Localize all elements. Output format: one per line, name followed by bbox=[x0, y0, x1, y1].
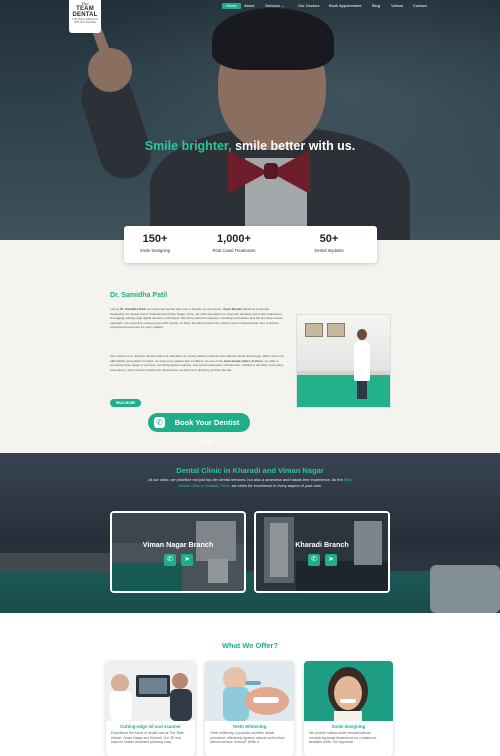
stat-label: Smile Designing bbox=[139, 248, 171, 253]
logo-tagline: THE SMILE DESIGN & IMPLANT CENTRE bbox=[72, 18, 98, 24]
stat-smile-designing: 150+ Smile Designing bbox=[115, 233, 195, 253]
offer-image-teeth-whitening bbox=[205, 661, 294, 721]
site-logo[interactable]: The TEAM DENTAL THE SMILE DESIGN & IMPLA… bbox=[69, 0, 101, 33]
offer-description: We provide holistic smile transformation… bbox=[309, 731, 377, 745]
navigate-icon[interactable]: ➤ bbox=[325, 554, 337, 566]
phone-icon: ✆ bbox=[154, 417, 165, 428]
doctor-name-heading: Dr. Samidha Patil bbox=[110, 292, 168, 299]
hero-banner: The TEAM DENTAL THE SMILE DESIGN & IMPLA… bbox=[0, 0, 500, 240]
book-dentist-call-button[interactable]: ✆ Book Your Dentist Call bbox=[148, 413, 250, 446]
offer-card-smile-designing[interactable]: Smile designing We provide holistic smil… bbox=[304, 661, 393, 756]
about-p1-pre: Led by bbox=[110, 307, 121, 311]
branch-card-overlay bbox=[112, 513, 244, 591]
doctor-clinic-photo bbox=[296, 314, 391, 408]
nav-services[interactable]: Services ⌄ bbox=[265, 3, 285, 9]
branch-card-viman-nagar[interactable]: Viman Nagar Branch ✆ ➤ bbox=[110, 511, 246, 593]
branch-name: Kharadi Branch bbox=[295, 540, 349, 549]
offer-title: Teeth Whitening bbox=[232, 724, 267, 729]
clinic-photo-doctor-head bbox=[357, 329, 367, 340]
hero-overlay bbox=[0, 0, 500, 240]
offer-card-teeth-whitening[interactable]: Teeth Whitening Teeth whitening, a popul… bbox=[205, 661, 294, 756]
offer-description: Experience the future of dental care at … bbox=[111, 731, 185, 745]
nav-our-doctors[interactable]: Our Doctors bbox=[298, 3, 320, 9]
clinic-photo-doctor bbox=[354, 329, 370, 399]
nav-home[interactable]: Home bbox=[222, 3, 241, 9]
clinic-photo-desk bbox=[297, 371, 390, 407]
clinic-photo-doctor-legs bbox=[357, 381, 367, 399]
hero-title: Smile brighter, smile better with us. bbox=[0, 139, 500, 153]
book-dentist-call-label: Book Your Dentist Call bbox=[174, 418, 240, 446]
offer-card-oral-scanner[interactable]: Cutting-edge 3d oral scanner Experience … bbox=[106, 661, 195, 756]
nav-book-appointment[interactable]: Book Appointment bbox=[329, 3, 361, 9]
nav-videos[interactable]: Videos bbox=[391, 3, 403, 9]
nav-blog[interactable]: Blog bbox=[372, 3, 380, 9]
offer-image-oral-scanner bbox=[106, 661, 195, 721]
offer-title: Smile designing bbox=[331, 724, 366, 729]
offers-title: What We Offer? bbox=[221, 641, 279, 650]
stat-number: 150+ bbox=[142, 233, 168, 245]
branch-actions: ✆ ➤ bbox=[308, 554, 338, 566]
offers-section: What We Offer? Cutting-edge 3d oral scan… bbox=[0, 613, 500, 756]
nav-contact[interactable]: Contact bbox=[413, 3, 427, 9]
branches-title: Dental Clinic in Kharadi and Viman Nagar bbox=[176, 466, 324, 475]
stat-root-canal: 1,000+ Root Canal Treatments bbox=[194, 233, 274, 253]
offer-image-smile-designing bbox=[304, 661, 393, 721]
about-p1-brand: Team Dental bbox=[223, 307, 242, 311]
hero-title-rest: smile better with us. bbox=[231, 139, 356, 153]
branch-actions: ✆ ➤ bbox=[164, 554, 194, 566]
navigate-icon[interactable]: ➤ bbox=[181, 554, 193, 566]
branches-section: Dental Clinic in Kharadi and Viman Nagar… bbox=[0, 453, 500, 613]
branches-text-post: , we strive for excellence in every aspe… bbox=[229, 483, 323, 488]
branch-card-overlay bbox=[256, 513, 388, 591]
clinic-photo-frame bbox=[305, 323, 323, 337]
clinic-photo-doctor-coat bbox=[354, 341, 370, 381]
stat-dental-implants: 50+ Dental Implants bbox=[289, 233, 369, 253]
about-paragraph-2: Our mission is to redefine dental treatm… bbox=[110, 354, 284, 372]
branches-text-pre: At our clinic, we prioritize not just to… bbox=[148, 477, 344, 482]
stat-label: Root Canal Treatments bbox=[212, 248, 256, 253]
about-paragraph-1: Led by Dr. Samidha Patil, an esteemed de… bbox=[110, 307, 284, 330]
phone-icon[interactable]: ✆ bbox=[164, 554, 176, 566]
stat-number: 1,000+ bbox=[217, 233, 251, 245]
stat-number: 50+ bbox=[319, 233, 339, 245]
clinic-photo-frame bbox=[327, 323, 345, 337]
logo-name: TEAM DENTAL bbox=[72, 6, 98, 18]
about-p2-brand: best dental clinics in Pune bbox=[223, 358, 263, 363]
branch-name: Viman Nagar Branch bbox=[142, 540, 214, 549]
stats-bar: 150+ Smile Designing 1,000+ Root Canal T… bbox=[124, 226, 377, 263]
branch-card-kharadi[interactable]: Kharadi Branch ✆ ➤ bbox=[254, 511, 390, 593]
offer-title: Cutting-edge 3d oral scanner bbox=[120, 724, 181, 729]
about-p1-name: Dr. Samidha Patil bbox=[120, 307, 146, 311]
about-section: Dr. Samidha Patil Led by Dr. Samidha Pat… bbox=[0, 240, 500, 453]
phone-icon[interactable]: ✆ bbox=[308, 554, 320, 566]
branches-description: At our clinic, we prioritize not just to… bbox=[145, 477, 355, 489]
stat-label: Dental Implants bbox=[314, 248, 344, 253]
offer-description: Teeth whitening, a popular cosmetic dent… bbox=[210, 731, 285, 745]
read-more-button[interactable]: READ MORE bbox=[110, 399, 141, 407]
clinic-photo-desk-top bbox=[297, 371, 390, 375]
hero-title-accent: Smile brighter, bbox=[144, 139, 232, 153]
nav-about[interactable]: About bbox=[244, 3, 254, 9]
about-p1-mid: , an esteemed dentist with over a decade… bbox=[145, 307, 224, 311]
